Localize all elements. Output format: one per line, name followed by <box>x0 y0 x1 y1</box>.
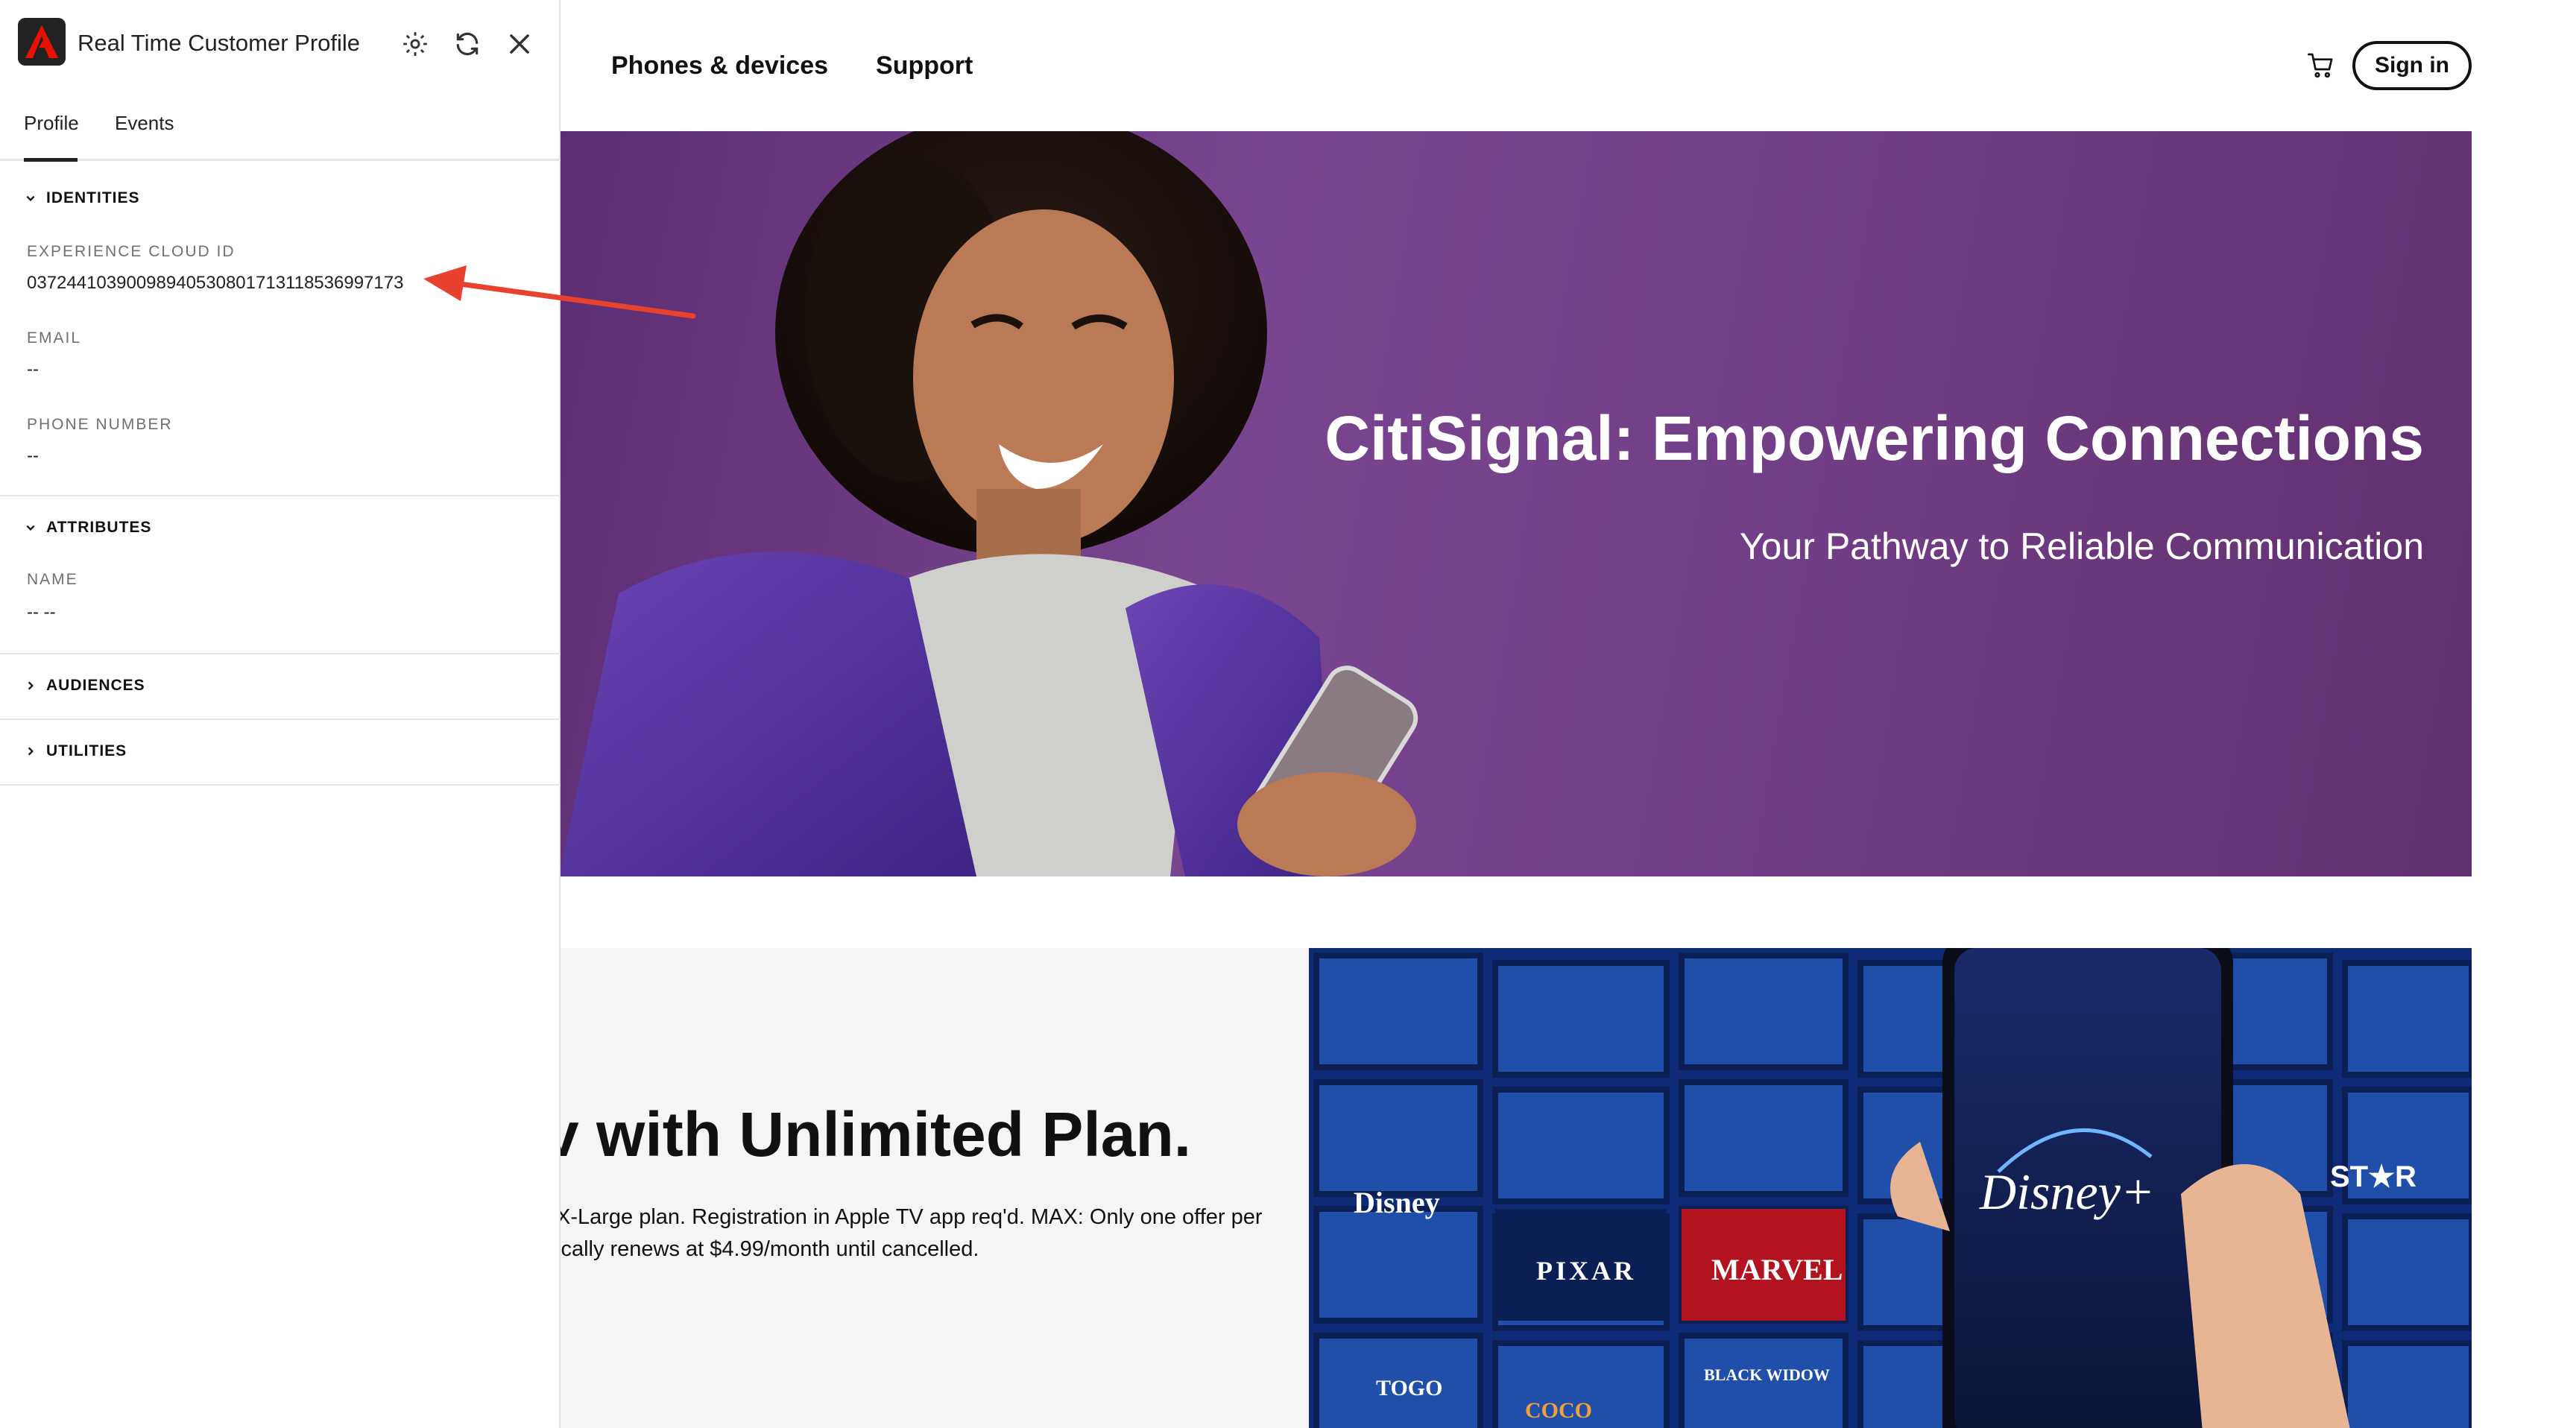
tile-togo: TOGO <box>1376 1376 1442 1400</box>
name-label: NAME <box>27 571 78 588</box>
promo-description-line: X-Large plan. Registration in Apple TV a… <box>559 1205 1263 1229</box>
cart-icon[interactable] <box>2306 51 2336 80</box>
streaming-tiles-collage: Disney PIXAR MARVEL ST★R BLACK WIDOW TOG… <box>1309 948 2472 1428</box>
tile-star: ST★R <box>2330 1160 2416 1193</box>
phone-number-label: PHONE NUMBER <box>27 416 173 433</box>
settings-gear-icon[interactable] <box>401 30 429 58</box>
nav-support[interactable]: Support <box>876 51 973 80</box>
refresh-icon[interactable] <box>453 30 482 58</box>
adobe-logo-icon <box>18 18 66 66</box>
hero-banner: CitiSignal: Empowering Connections Your … <box>559 131 2472 876</box>
disney-plus-logo: Disney+ <box>1979 1163 2155 1220</box>
real-time-customer-profile-panel: Real Time Customer Profile Profile Event… <box>0 0 561 1428</box>
chevron-right-icon <box>28 681 34 690</box>
panel-tabs: Profile Events <box>0 104 561 162</box>
identities-heading: IDENTITIES <box>46 189 140 206</box>
annotation-arrow-icon <box>423 265 696 319</box>
utilities-heading: UTILITIES <box>46 742 127 759</box>
promo-title: v with Unlimited Plan. <box>559 1099 1192 1169</box>
streaming-promo-image: Disney PIXAR MARVEL ST★R BLACK WIDOW TOG… <box>1309 948 2472 1428</box>
chevron-down-icon <box>26 525 35 531</box>
tile-marvel: MARVEL <box>1711 1253 1843 1286</box>
section-divider <box>0 495 561 496</box>
section-divider <box>0 718 561 720</box>
sign-in-button[interactable]: Sign in <box>2352 41 2472 90</box>
utilities-section-toggle[interactable]: UTILITIES <box>25 742 127 760</box>
audiences-heading: AUDIENCES <box>46 677 145 694</box>
tile-pixar: PIXAR <box>1536 1256 1636 1286</box>
name-value: -- -- <box>27 602 56 622</box>
active-tab-indicator <box>24 158 78 162</box>
tab-events[interactable]: Events <box>115 112 174 135</box>
chevron-down-icon <box>26 195 35 201</box>
attributes-section-toggle[interactable]: ATTRIBUTES <box>25 519 151 537</box>
section-divider <box>0 653 561 654</box>
main-nav: Phones & devices Support <box>611 0 973 131</box>
nav-phones-devices[interactable]: Phones & devices <box>611 51 828 80</box>
hero-woman-with-phone-image <box>559 131 1418 876</box>
ecid-label: EXPERIENCE CLOUD ID <box>27 243 236 260</box>
panel-header: Real Time Customer Profile <box>0 0 561 92</box>
tile-black-widow: BLACK WIDOW <box>1704 1365 1830 1384</box>
promo-description: X-Large plan. Registration in Apple TV a… <box>559 1201 1263 1266</box>
phone-number-value: -- <box>27 446 39 466</box>
promo-text-block: v with Unlimited Plan. X-Large plan. Reg… <box>559 948 1309 1428</box>
email-value: -- <box>27 359 39 379</box>
section-divider <box>0 784 561 786</box>
identities-section-toggle[interactable]: IDENTITIES <box>25 189 140 207</box>
close-icon[interactable] <box>505 30 534 58</box>
chevron-right-icon <box>28 747 34 756</box>
ecid-value: 03724410390098940530801713118536997173 <box>27 273 404 293</box>
hero-title: CitiSignal: Empowering Connections <box>1325 403 2424 473</box>
panel-title: Real Time Customer Profile <box>78 30 361 56</box>
audiences-section-toggle[interactable]: AUDIENCES <box>25 677 145 695</box>
promo-description-line: ically renews at $4.99/month until cance… <box>559 1237 979 1261</box>
email-label: EMAIL <box>27 329 82 347</box>
attributes-heading: ATTRIBUTES <box>46 519 152 536</box>
hero-subtitle: Your Pathway to Reliable Communication <box>1739 525 2424 567</box>
tab-profile[interactable]: Profile <box>24 112 79 135</box>
tile-coco: COCO <box>1525 1398 1592 1423</box>
tile-disney: Disney <box>1354 1186 1440 1219</box>
